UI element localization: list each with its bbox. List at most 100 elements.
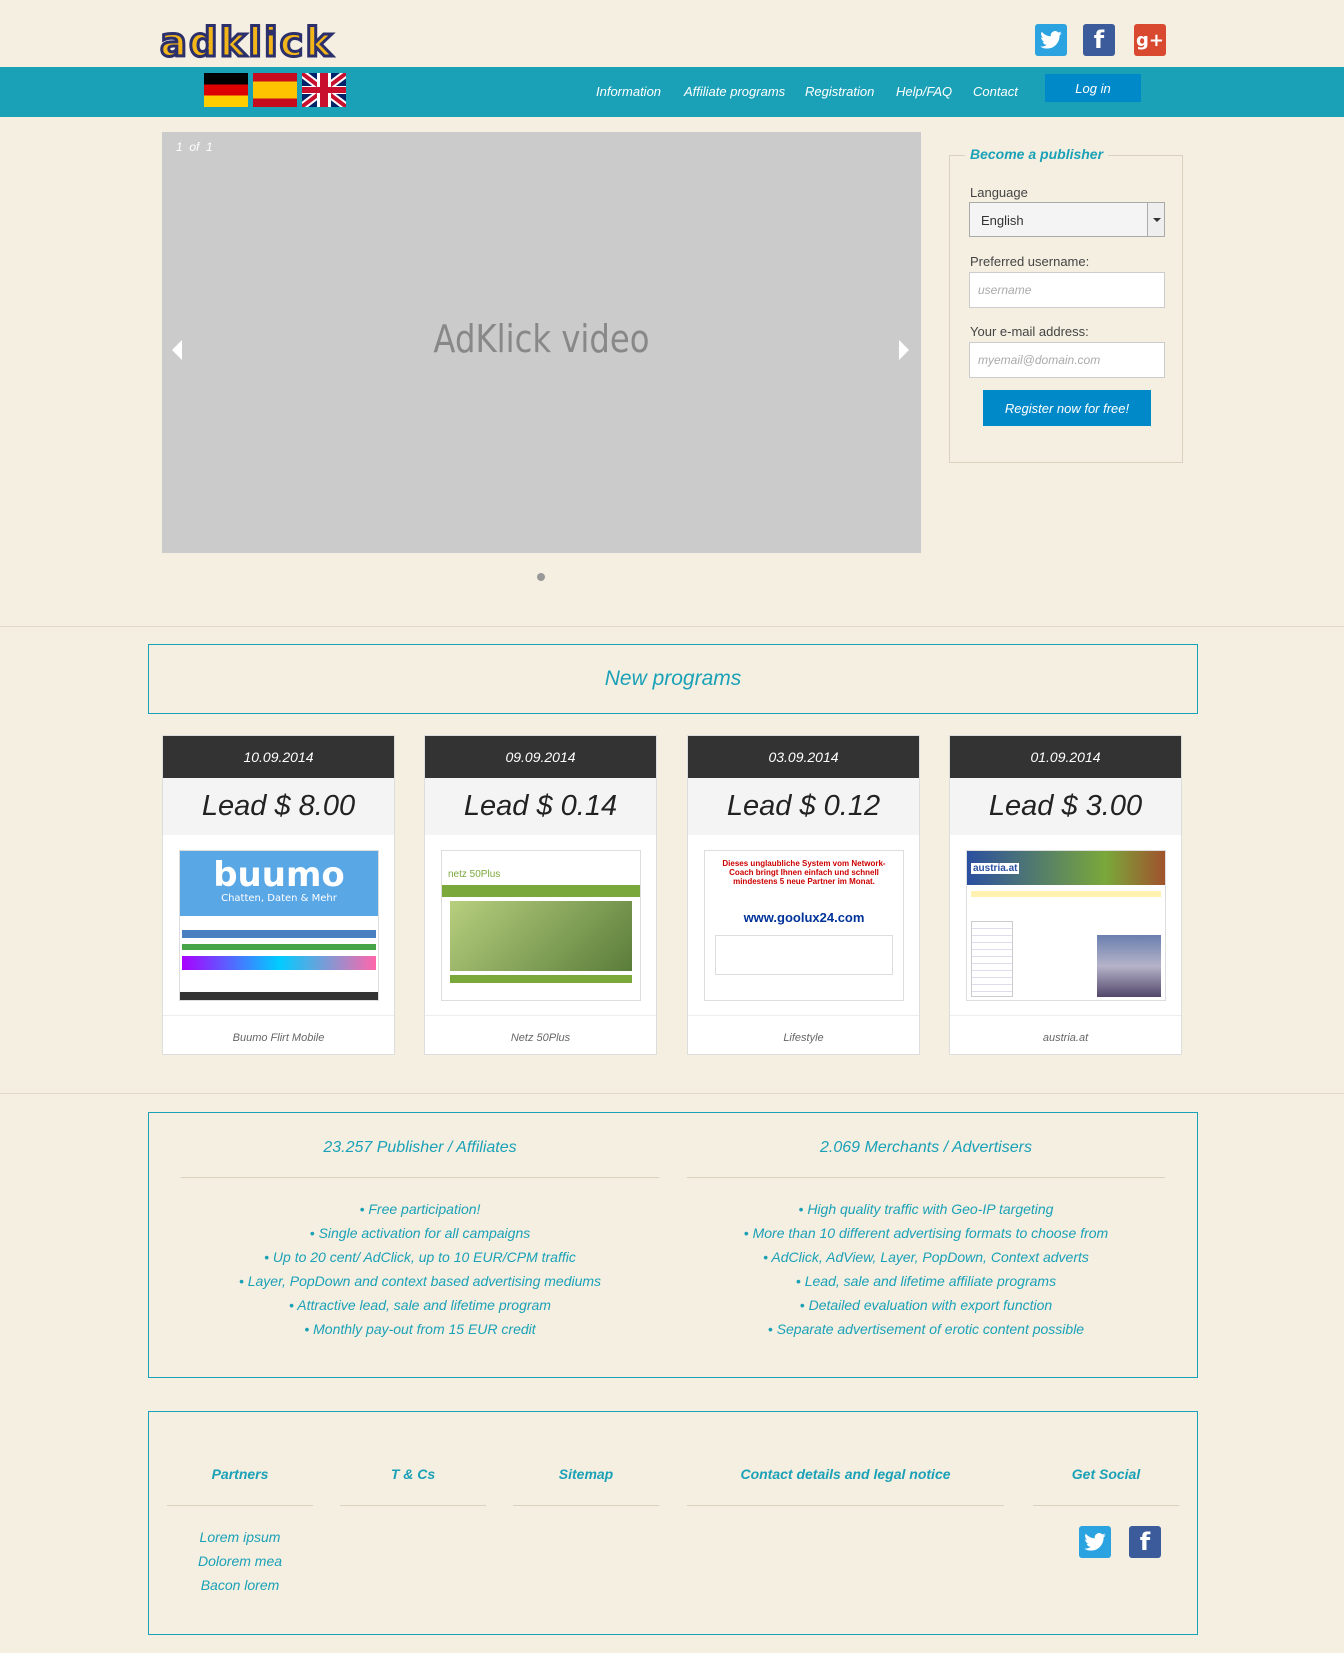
- german-flag[interactable]: [204, 73, 248, 107]
- nav-information[interactable]: Information: [596, 84, 661, 99]
- nav-help-faq[interactable]: Help/FAQ: [896, 84, 952, 99]
- benefit-text: Separate advertisement of erotic content…: [776, 1321, 1085, 1337]
- facebook-icon[interactable]: f: [1083, 24, 1115, 56]
- thumb-bar: [182, 944, 376, 950]
- card-divider: [950, 1015, 1181, 1016]
- partner-link[interactable]: Dolorem mea: [167, 1549, 313, 1573]
- login-button[interactable]: Log in: [1045, 74, 1141, 102]
- facebook-icon[interactable]: f: [1129, 1526, 1161, 1558]
- email-input[interactable]: myemail@domain.com: [969, 342, 1165, 378]
- program-card[interactable]: 03.09.2014 Lead $ 0.12 Dieses unglaublic…: [687, 735, 920, 1055]
- program-card[interactable]: 10.09.2014 Lead $ 8.00 buumo Chatten, Da…: [162, 735, 395, 1055]
- benefit-text: Lead, sale and lifetime affiliate progra…: [804, 1273, 1057, 1289]
- program-date: 03.09.2014: [688, 736, 919, 778]
- program-price: Lead $ 3.00: [950, 778, 1181, 835]
- program-thumbnail[interactable]: austria.at: [966, 850, 1166, 1001]
- nav-affiliate-programs[interactable]: Affiliate programs: [684, 84, 785, 99]
- list-item: • Separate advertisement of erotic conte…: [767, 1321, 1085, 1337]
- publishers-title: 23.257 Publisher / Affiliates: [323, 1139, 517, 1156]
- footer-contact-title[interactable]: Contact details and legal notice: [687, 1466, 1004, 1482]
- nav-registration[interactable]: Registration: [805, 84, 874, 99]
- chevron-down-icon[interactable]: [1147, 203, 1164, 236]
- program-card[interactable]: 01.09.2014 Lead $ 3.00 austria.at austri…: [949, 735, 1182, 1055]
- google-plus-icon[interactable]: g+: [1134, 24, 1166, 56]
- thumb-photo: [450, 901, 632, 971]
- goolux-headline: Dieses unglaubliche System vom Network-C…: [722, 859, 886, 886]
- footer-social-title: Get Social: [1071, 1466, 1141, 1482]
- thumb-bar: [450, 975, 632, 983]
- footer-divider: [167, 1505, 313, 1506]
- program-date: 10.09.2014: [163, 736, 394, 778]
- benefit-text: More than 10 different advertising forma…: [752, 1225, 1109, 1241]
- spanish-flag[interactable]: [253, 73, 297, 107]
- card-divider: [425, 1015, 656, 1016]
- slider-pagination-dot[interactable]: [537, 573, 545, 581]
- footer-divider: [340, 1505, 486, 1506]
- publisher-signup-form: Become a publisher Language English Pref…: [949, 146, 1183, 463]
- partners-links: Lorem ipsum Dolorem mea Bacon lorem: [167, 1525, 313, 1597]
- thumb-footer: [180, 992, 378, 1000]
- thumb-login-box: [715, 935, 893, 975]
- site-footer: Partners Lorem ipsum Dolorem mea Bacon l…: [148, 1411, 1198, 1635]
- benefit-text: Up to 20 cent/ AdClick, up to 10 EUR/CPM…: [272, 1249, 576, 1265]
- list-item: • More than 10 different advertising for…: [743, 1225, 1109, 1241]
- uk-flag[interactable]: [302, 73, 346, 107]
- partner-link[interactable]: Bacon lorem: [167, 1573, 313, 1597]
- program-date: 09.09.2014: [425, 736, 656, 778]
- register-button[interactable]: Register now for free!: [983, 390, 1151, 426]
- buumo-subtitle: Chatten, Daten & Mehr: [221, 893, 337, 904]
- list-item: • Monthly pay-out from 15 EUR credit: [304, 1321, 536, 1337]
- program-name[interactable]: Lifestyle: [688, 1032, 919, 1044]
- list-item: • Detailed evaluation with export functi…: [799, 1297, 1053, 1313]
- list-item: • Attractive lead, sale and lifetime pro…: [289, 1297, 551, 1313]
- site-header: adklick f g+: [0, 0, 1344, 68]
- program-name[interactable]: Buumo Flirt Mobile: [163, 1032, 394, 1044]
- goolux-url: www.goolux24.com: [743, 910, 865, 925]
- merchants-benefits-list: • High quality traffic with Geo-IP targe…: [687, 1197, 1165, 1341]
- thumb-photo: [1097, 935, 1161, 997]
- twitter-icon[interactable]: [1035, 24, 1067, 56]
- adklick-logo[interactable]: adklick: [159, 19, 334, 68]
- slider-next-arrow-icon[interactable]: [899, 340, 909, 360]
- program-thumbnail[interactable]: Dieses unglaubliche System vom Network-C…: [704, 850, 904, 1001]
- program-card[interactable]: 09.09.2014 Lead $ 0.14 netz 50Plus Netz …: [424, 735, 657, 1055]
- video-slider[interactable]: 1 of 1 AdKlick video: [162, 132, 921, 553]
- program-price: Lead $ 0.12: [688, 778, 919, 835]
- language-select-value: English: [981, 213, 1024, 228]
- publisher-form-heading: Become a publisher: [965, 146, 1109, 162]
- partner-link[interactable]: Lorem ipsum: [167, 1525, 313, 1549]
- main-navigation: Information Affiliate programs Registrat…: [0, 67, 1344, 117]
- username-input[interactable]: username: [969, 272, 1165, 308]
- social-links-top: [1035, 24, 1067, 56]
- list-item: • Layer, PopDown and context based adver…: [238, 1273, 602, 1289]
- column-divider: [181, 1177, 659, 1178]
- netz-logo: netz 50Plus: [448, 869, 501, 880]
- thumb-bar: [971, 891, 1161, 897]
- language-select[interactable]: English: [969, 202, 1165, 237]
- merchants-title: 2.069 Merchants / Advertisers: [820, 1139, 1032, 1156]
- footer-terms-title[interactable]: T & Cs: [340, 1466, 486, 1482]
- section-divider: [0, 1093, 1344, 1094]
- program-name[interactable]: austria.at: [950, 1032, 1181, 1044]
- buumo-banner: buumo Chatten, Daten & Mehr: [180, 851, 378, 916]
- benefit-text: Layer, PopDown and context based adverti…: [247, 1273, 602, 1289]
- benefit-text: Detailed evaluation with export function: [808, 1297, 1053, 1313]
- username-label: Preferred username:: [970, 254, 1090, 269]
- austria-logo: austria.at: [971, 863, 1020, 874]
- card-divider: [163, 1015, 394, 1016]
- google-plus-link-top: g+: [1134, 24, 1166, 56]
- slide-counter: 1 of 1: [176, 140, 213, 154]
- program-thumbnail[interactable]: buumo Chatten, Daten & Mehr: [179, 850, 379, 1001]
- program-thumbnail[interactable]: netz 50Plus: [441, 850, 641, 1001]
- footer-divider: [687, 1505, 1004, 1506]
- benefit-text: High quality traffic with Geo-IP targeti…: [807, 1201, 1054, 1217]
- twitter-icon[interactable]: [1079, 1526, 1111, 1558]
- nav-contact[interactable]: Contact: [973, 84, 1018, 99]
- list-item: • AdClick, AdView, Layer, PopDown, Conte…: [763, 1249, 1089, 1265]
- footer-sitemap-title[interactable]: Sitemap: [513, 1466, 659, 1482]
- card-divider: [688, 1015, 919, 1016]
- slider-prev-arrow-icon[interactable]: [172, 340, 182, 360]
- footer-partners-title[interactable]: Partners: [167, 1466, 313, 1482]
- column-divider: [687, 1177, 1165, 1178]
- program-name[interactable]: Netz 50Plus: [425, 1032, 656, 1044]
